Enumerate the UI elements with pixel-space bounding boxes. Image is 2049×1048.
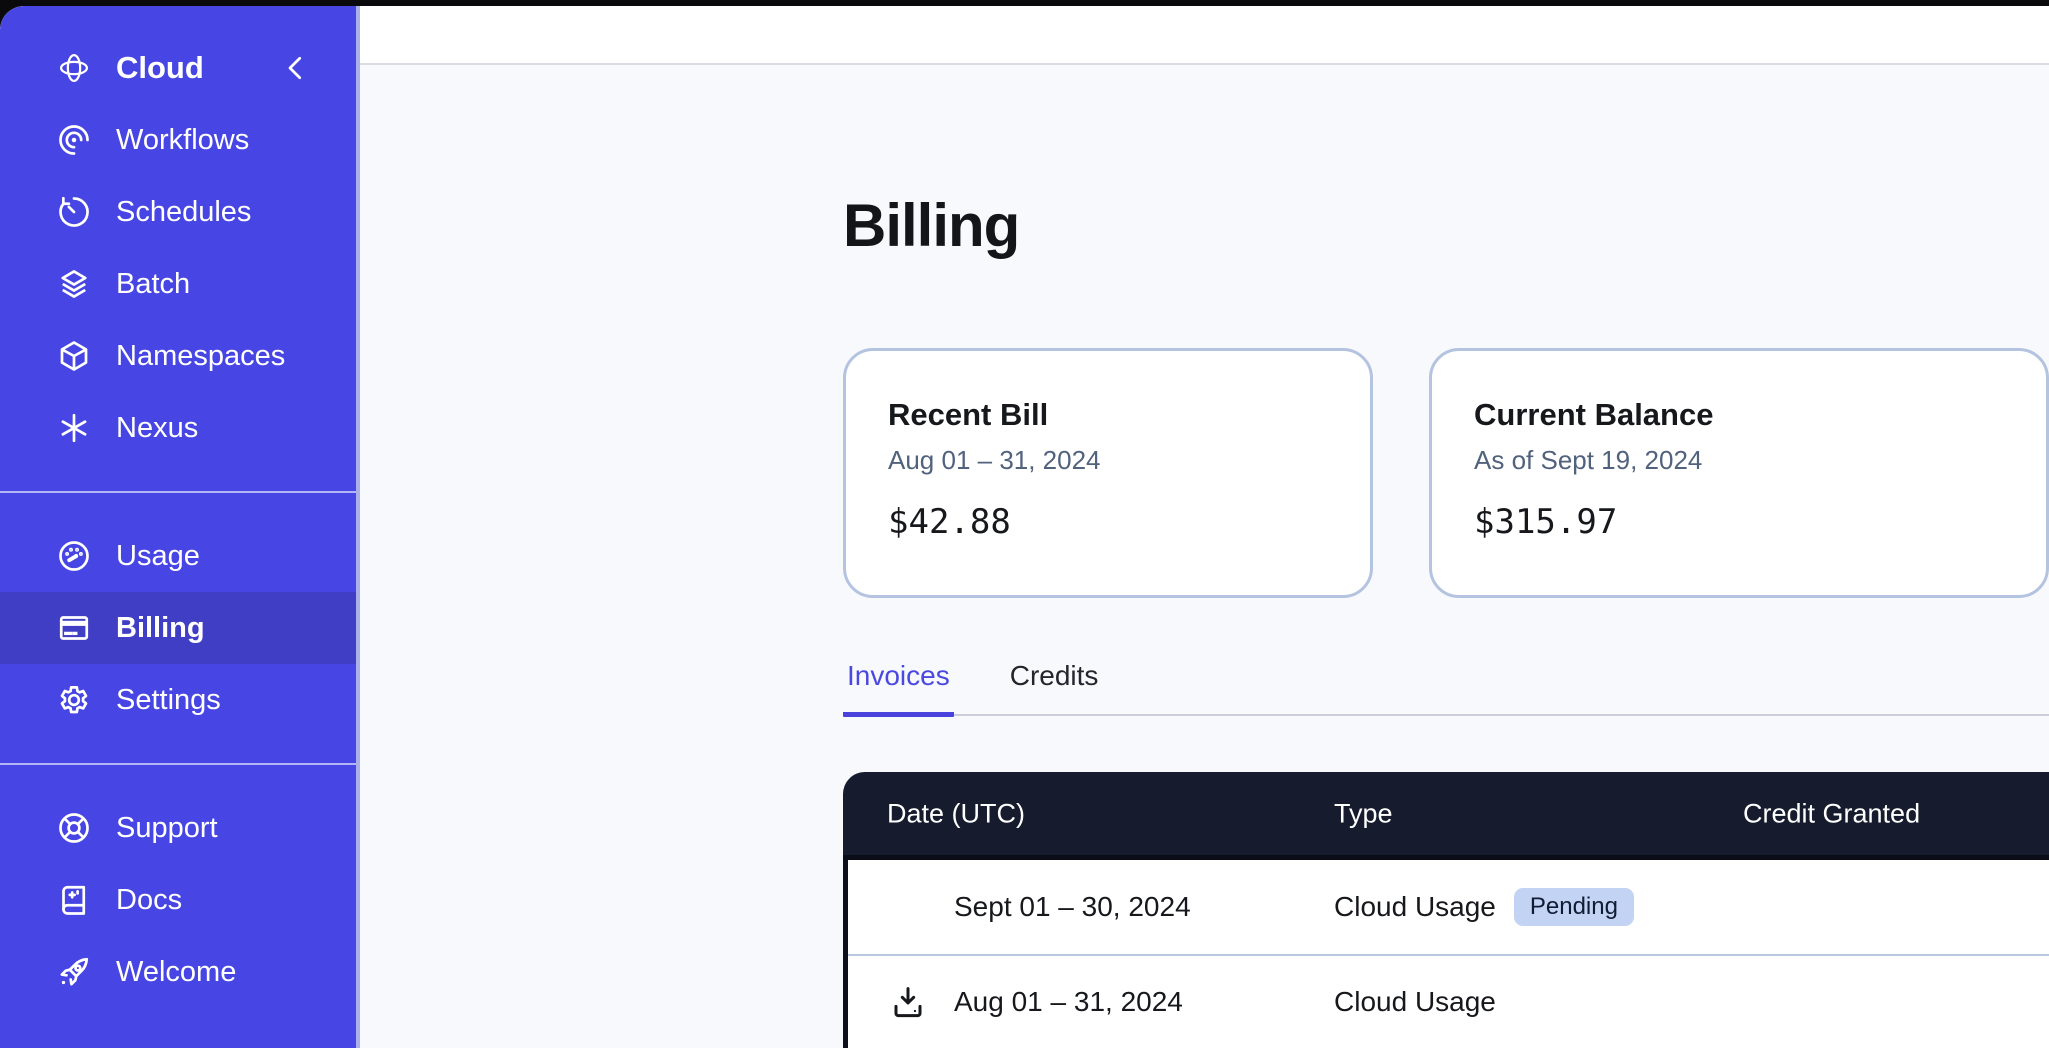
sidebar-brand-cloud[interactable]: Cloud: [0, 32, 356, 104]
sidebar-item-namespaces[interactable]: Namespaces: [0, 320, 356, 392]
docs-icon: [56, 882, 92, 918]
card-title: Recent Bill: [888, 397, 1328, 433]
sidebar-collapse-button[interactable]: [278, 50, 314, 86]
temporal-logo-icon: [56, 50, 92, 86]
download-invoice-icon[interactable]: [888, 982, 928, 1022]
table-row[interactable]: Sept 01 – 30, 2024 Cloud Usage Pending: [848, 860, 2049, 954]
column-header-date: Date (UTC): [887, 798, 1025, 829]
column-header-type: Type: [1334, 798, 1393, 829]
sidebar-item-billing[interactable]: Billing: [0, 592, 356, 664]
main-area: Billing Recent Bill Aug 01 – 31, 2024 $4…: [360, 6, 2049, 1048]
namespaces-icon: [56, 338, 92, 374]
sidebar: Cloud Workflows: [0, 6, 360, 1048]
topbar: [360, 6, 2049, 65]
card-amount: $315.97: [1474, 502, 2004, 542]
sidebar-item-welcome[interactable]: Welcome: [0, 936, 356, 1008]
invoices-table: Date (UTC) Type Credit Granted Sept 01 –…: [843, 772, 2049, 1048]
summary-cards: Recent Bill Aug 01 – 31, 2024 $42.88 Cur…: [843, 348, 2049, 598]
nexus-icon: [56, 410, 92, 446]
sidebar-item-label: Nexus: [116, 412, 198, 445]
card-subtitle: As of Sept 19, 2024: [1474, 445, 2004, 476]
sidebar-item-label: Settings: [116, 684, 221, 717]
billing-icon: [56, 610, 92, 646]
sidebar-divider: [0, 491, 356, 493]
sidebar-item-schedules[interactable]: Schedules: [0, 176, 356, 248]
invoice-type-cell: Cloud Usage Pending: [1334, 888, 1634, 926]
support-icon: [56, 810, 92, 846]
invoices-table-header: Date (UTC) Type Credit Granted: [843, 772, 2049, 860]
sidebar-item-label: Usage: [116, 540, 200, 573]
card-amount: $42.88: [888, 502, 1328, 542]
sidebar-item-label: Welcome: [116, 956, 236, 989]
invoice-type: Cloud Usage: [1334, 891, 1496, 923]
sidebar-item-support[interactable]: Support: [0, 792, 356, 864]
tab-credits[interactable]: Credits: [1006, 660, 1103, 714]
current-balance-card: Current Balance As of Sept 19, 2024 $315…: [1429, 348, 2049, 598]
column-header-credit-granted: Credit Granted: [1743, 798, 1920, 829]
sidebar-item-label: Billing: [116, 612, 205, 645]
workflows-icon: [56, 122, 92, 158]
sidebar-divider: [0, 763, 356, 765]
page-title: Billing: [843, 191, 2049, 260]
billing-page: Billing Recent Bill Aug 01 – 31, 2024 $4…: [360, 65, 2049, 1048]
status-badge: Pending: [1514, 888, 1634, 926]
sidebar-item-settings[interactable]: Settings: [0, 664, 356, 736]
sidebar-item-docs[interactable]: Docs: [0, 864, 356, 936]
recent-bill-card: Recent Bill Aug 01 – 31, 2024 $42.88: [843, 348, 1373, 598]
card-title: Current Balance: [1474, 397, 2004, 433]
welcome-icon: [56, 954, 92, 990]
invoices-table-body: Sept 01 – 30, 2024 Cloud Usage Pending: [843, 860, 2049, 1048]
sidebar-item-label: Batch: [116, 268, 190, 301]
sidebar-brand-label: Cloud: [116, 50, 204, 86]
billing-tabs: Invoices Credits: [843, 660, 2049, 716]
invoice-date: Sept 01 – 30, 2024: [954, 891, 1191, 923]
app-window: Cloud Workflows: [0, 6, 2049, 1048]
tab-invoices[interactable]: Invoices: [843, 660, 954, 717]
sidebar-item-batch[interactable]: Batch: [0, 248, 356, 320]
sidebar-item-usage[interactable]: Usage: [0, 520, 356, 592]
sidebar-item-label: Support: [116, 812, 218, 845]
sidebar-item-nexus[interactable]: Nexus: [0, 392, 356, 464]
sidebar-item-label: Namespaces: [116, 340, 285, 373]
card-subtitle: Aug 01 – 31, 2024: [888, 445, 1328, 476]
sidebar-item-label: Workflows: [116, 124, 249, 157]
sidebar-item-label: Docs: [116, 884, 182, 917]
table-row[interactable]: Aug 01 – 31, 2024 Cloud Usage: [848, 954, 2049, 1048]
sidebar-item-label: Schedules: [116, 196, 251, 229]
usage-icon: [56, 538, 92, 574]
invoice-type: Cloud Usage: [1334, 986, 1496, 1018]
invoice-date: Aug 01 – 31, 2024: [954, 986, 1183, 1018]
invoice-type-cell: Cloud Usage: [1334, 986, 1496, 1018]
batch-icon: [56, 266, 92, 302]
schedules-icon: [56, 194, 92, 230]
settings-icon: [56, 682, 92, 718]
sidebar-item-workflows[interactable]: Workflows: [0, 104, 356, 176]
